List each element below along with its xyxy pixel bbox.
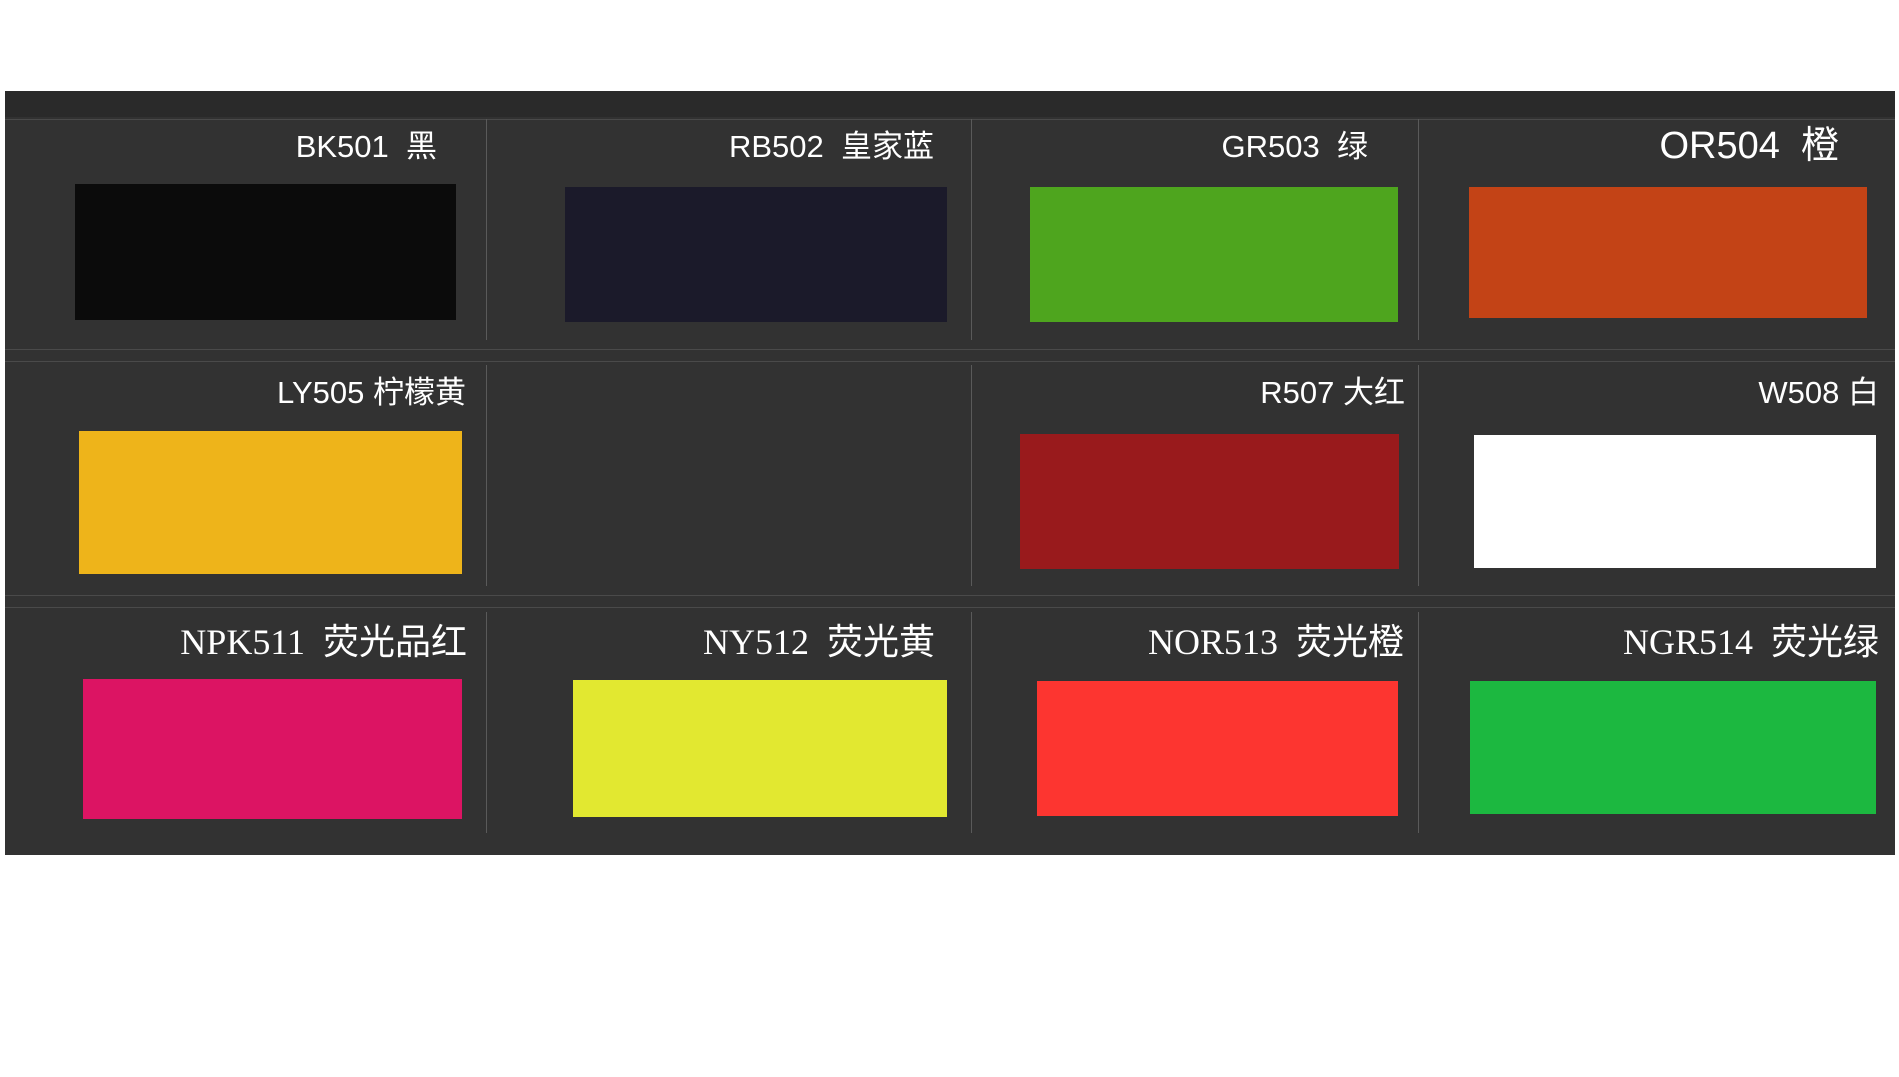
swatch-name: 荧光黄 xyxy=(826,622,935,662)
color-swatch-ny512 xyxy=(573,680,947,817)
swatch-card-gr503: GR503 绿 xyxy=(972,117,1418,349)
swatch-card-ny512: NY512 荧光黄 xyxy=(487,609,971,841)
swatch-card-ly505: LY505 柠檬黄 xyxy=(5,362,486,594)
swatch-card-ngr514: NGR514 荧光绿 xyxy=(1419,609,1895,841)
swatch-label-npk511: NPK511 荧光品红 xyxy=(180,624,467,660)
swatch-label-or504: OR504 橙 xyxy=(1659,127,1839,165)
color-swatch-w508 xyxy=(1474,435,1876,568)
swatch-name: 柠檬黄 xyxy=(373,375,466,410)
swatch-code: NGR514 xyxy=(1622,622,1753,662)
color-chart-panel: BK501 黑 RB502 皇家蓝 GR503 绿 OR504 橙 LY505 … xyxy=(5,91,1895,855)
swatch-card-npk511: NPK511 荧光品红 xyxy=(5,609,486,841)
swatch-card-rb502: RB502 皇家蓝 xyxy=(487,117,971,349)
swatch-name: 黑 xyxy=(406,129,437,164)
swatch-label-rb502: RB502 皇家蓝 xyxy=(729,131,934,162)
color-swatch-gr503 xyxy=(1030,187,1398,322)
swatch-name: 荧光橙 xyxy=(1295,622,1404,662)
swatch-name: 荧光品红 xyxy=(322,622,467,662)
swatch-code: NPK511 xyxy=(180,622,305,662)
swatch-code: R507 xyxy=(1260,375,1335,410)
swatch-card-bk501: BK501 黑 xyxy=(5,117,486,349)
color-swatch-npk511 xyxy=(83,679,462,819)
swatch-name: 白 xyxy=(1848,375,1879,410)
color-swatch-ngr514 xyxy=(1470,681,1876,814)
swatch-code: NY512 xyxy=(702,622,809,662)
row-divider xyxy=(5,595,1895,596)
color-swatch-bk501 xyxy=(75,184,456,320)
swatch-code: NOR513 xyxy=(1147,622,1278,662)
swatch-code: BK501 xyxy=(295,129,389,164)
swatch-code: GR503 xyxy=(1221,129,1320,164)
color-swatch-rb502 xyxy=(565,187,947,322)
swatch-label-ngr514: NGR514 荧光绿 xyxy=(1623,624,1879,660)
swatch-name: 荧光绿 xyxy=(1770,622,1879,662)
swatch-name: 大红 xyxy=(1343,375,1405,410)
swatch-code: LY505 xyxy=(277,375,365,410)
swatch-label-w508: W508 白 xyxy=(1758,377,1879,408)
swatch-code: OR504 xyxy=(1659,125,1780,167)
swatch-name: 皇家蓝 xyxy=(841,129,934,164)
row-divider xyxy=(5,349,1895,350)
empty-card xyxy=(487,362,971,594)
swatch-label-ly505: LY505 柠檬黄 xyxy=(277,377,466,408)
swatch-card-nor513: NOR513 荧光橙 xyxy=(972,609,1418,841)
color-swatch-nor513 xyxy=(1037,681,1398,816)
swatch-label-bk501: BK501 黑 xyxy=(296,131,437,162)
color-swatch-ly505 xyxy=(79,431,462,574)
swatch-label-r507: R507 大红 xyxy=(1260,377,1405,408)
swatch-code: RB502 xyxy=(728,129,824,164)
swatch-name: 绿 xyxy=(1337,129,1368,164)
color-swatch-or504 xyxy=(1469,187,1867,318)
swatch-code: W508 xyxy=(1758,375,1840,410)
swatch-label-ny512: NY512 荧光黄 xyxy=(703,624,935,660)
row-divider xyxy=(5,607,1895,608)
swatch-label-nor513: NOR513 荧光橙 xyxy=(1148,624,1404,660)
swatch-card-or504: OR504 橙 xyxy=(1419,117,1895,349)
swatch-name: 橙 xyxy=(1800,125,1839,167)
swatch-card-w508: W508 白 xyxy=(1419,362,1895,594)
color-swatch-r507 xyxy=(1020,434,1399,569)
swatch-card-r507: R507 大红 xyxy=(972,362,1418,594)
swatch-label-gr503: GR503 绿 xyxy=(1222,131,1368,162)
